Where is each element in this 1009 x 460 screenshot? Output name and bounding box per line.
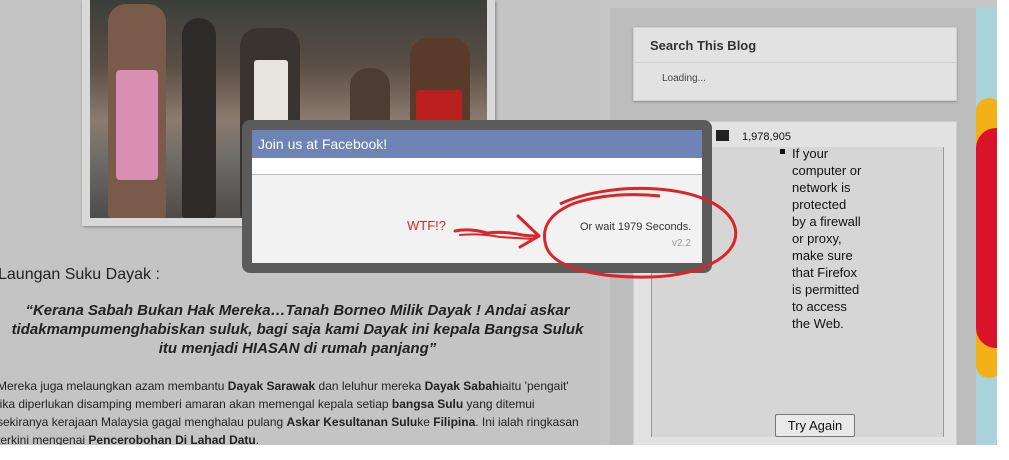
para-run-bold: Dayak Sarawak <box>227 379 316 393</box>
search-widget: Search This Blog Loading... <box>633 27 957 101</box>
body-paragraph: Mereka juga melaungkan azam membantu Day… <box>0 377 587 445</box>
divider <box>634 62 956 63</box>
search-widget-title: Search This Blog <box>650 38 757 53</box>
section-title: Laungan Suku Dayak : <box>0 266 160 283</box>
facebook-popup-body: Join us at Facebook! Or wait 1979 Second… <box>252 130 702 263</box>
popup-wait-countdown[interactable]: Or wait 1979 Seconds. <box>580 221 691 233</box>
para-run: dan leluhur mereka <box>315 379 425 393</box>
photo-figure <box>182 18 216 218</box>
para-run: . <box>255 433 260 445</box>
decorative-edge <box>976 8 997 445</box>
para-run-bold: Pencerobohan Di Lahad Datu <box>88 433 256 445</box>
popup-version: v2.2 <box>672 238 691 249</box>
photo-figure <box>116 70 158 180</box>
search-loading-text: Loading... <box>662 73 706 84</box>
facebook-popup: Join us at Facebook! Or wait 1979 Second… <box>242 120 712 273</box>
para-run-bold: bangsa Sulu <box>391 397 464 411</box>
para-run-bold: Filipina <box>433 415 476 429</box>
para-run-bold: Dayak Sabah <box>424 379 500 393</box>
visitor-counter: 1,978,905 <box>742 131 791 143</box>
facebook-like-bar <box>252 158 702 175</box>
error-message: If your computer or network is protected… <box>792 146 862 331</box>
quote-open-mark: “ <box>25 302 33 319</box>
para-run: ke <box>417 415 434 429</box>
quote-close-mark: ” <box>428 340 437 357</box>
para-run: Mereka juga melaungkan azam membantu <box>0 379 228 393</box>
bullet-icon <box>780 149 785 154</box>
facebook-popup-title: Join us at Facebook! <box>252 130 702 158</box>
decorative-shape <box>976 128 997 348</box>
para-run-bold: Askar Kesultanan Sulu <box>286 415 418 429</box>
quote-block: “Kerana Sabah Bukan Hak Mereka…Tanah Bor… <box>10 301 585 358</box>
try-again-button[interactable]: Try Again <box>775 414 855 437</box>
counter-icon <box>716 130 729 141</box>
bottom-margin <box>0 445 1009 460</box>
quote-text: Kerana Sabah Bukan Hak Mereka…Tanah Born… <box>11 302 584 357</box>
annotation-label: WTF!? <box>407 218 446 233</box>
